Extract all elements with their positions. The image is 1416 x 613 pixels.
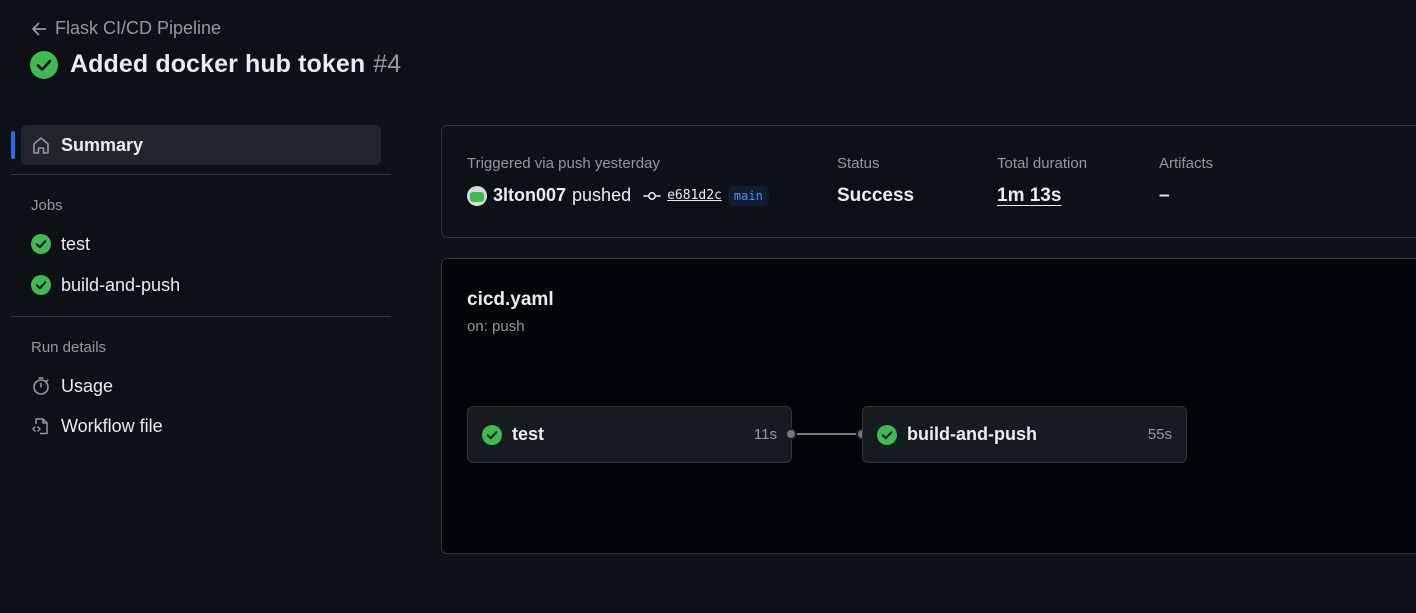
status-value: Success	[837, 185, 915, 206]
job-duration: 11s	[753, 426, 777, 443]
status-label: Status	[837, 155, 880, 172]
sidebar-item-job-build-and-push[interactable]: build-and-push	[11, 265, 391, 305]
trigger-details: 3lton007 pushed e681d2c main	[467, 185, 769, 206]
sidebar-item-label: test	[61, 233, 91, 254]
stopwatch-icon	[31, 376, 51, 396]
workflow-file-name[interactable]: cicd.yaml	[467, 289, 554, 311]
success-check-icon	[31, 275, 51, 295]
run-number: #4	[373, 50, 402, 78]
job-duration: 55s	[1147, 426, 1172, 443]
success-check-icon	[30, 50, 58, 79]
artifacts-label: Artifacts	[1159, 155, 1214, 172]
sidebar-item-label: Summary	[61, 134, 144, 155]
job-node-test[interactable]: test 11s	[467, 406, 792, 463]
home-icon	[31, 135, 51, 155]
jobs-heading: Jobs	[31, 197, 63, 214]
sidebar-item-label: Usage	[61, 375, 114, 396]
artifacts-column: Artifacts –	[1159, 155, 1213, 207]
sidebar: Summary Jobs test build-and-push Run det…	[11, 125, 391, 446]
duration-label: Total duration	[997, 155, 1088, 172]
git-commit-icon	[643, 189, 661, 203]
job-connector	[797, 433, 857, 435]
file-code-icon	[31, 416, 51, 436]
job-name: test	[512, 424, 545, 444]
branch-badge[interactable]: main	[727, 185, 769, 206]
run-summary-card: Triggered via push yesterday 3lton007 pu…	[441, 125, 1416, 238]
trigger-column: Triggered via push yesterday 3lton007 pu…	[467, 155, 769, 206]
divider	[11, 316, 391, 317]
duration-link[interactable]: 1m 13s	[997, 185, 1087, 207]
job-name: build-and-push	[907, 424, 1037, 444]
run-title: Added docker hub token	[70, 50, 366, 78]
sidebar-item-usage[interactable]: Usage	[11, 366, 391, 406]
avatar[interactable]	[467, 185, 487, 206]
success-check-icon	[482, 424, 502, 445]
back-link[interactable]: Flask CI/CD Pipeline	[31, 18, 221, 39]
actor-link[interactable]: 3lton007	[493, 185, 566, 206]
sidebar-item-label: Workflow file	[61, 415, 163, 436]
output-port	[785, 428, 797, 440]
back-link-label: Flask CI/CD Pipeline	[55, 18, 222, 38]
sidebar-item-workflow-file[interactable]: Workflow file	[11, 406, 391, 446]
run-details-heading: Run details	[31, 339, 107, 356]
action-text: pushed	[572, 185, 632, 205]
artifacts-value: –	[1159, 185, 1170, 206]
divider	[11, 174, 391, 175]
trigger-label: Triggered via push yesterday	[467, 155, 660, 172]
workflow-graph-card: cicd.yaml on: push test 11s build-and-pu…	[441, 258, 1416, 554]
success-check-icon	[877, 424, 897, 445]
job-node-build-and-push[interactable]: build-and-push 55s	[862, 406, 1187, 463]
sidebar-item-summary[interactable]: Summary	[11, 125, 381, 165]
active-indicator	[11, 131, 15, 159]
page-title-row: Added docker hub token #4	[30, 50, 401, 79]
arrow-left-icon	[31, 21, 47, 37]
sidebar-item-job-test[interactable]: test	[11, 224, 391, 264]
duration-column: Total duration 1m 13s	[997, 155, 1087, 207]
page-title: Added docker hub token #4	[70, 50, 401, 79]
status-column: Status Success	[837, 155, 914, 207]
commit-link[interactable]: e681d2c	[667, 188, 722, 203]
sidebar-item-label: build-and-push	[61, 274, 181, 295]
workflow-trigger: on: push	[467, 318, 525, 335]
success-check-icon	[31, 234, 51, 254]
